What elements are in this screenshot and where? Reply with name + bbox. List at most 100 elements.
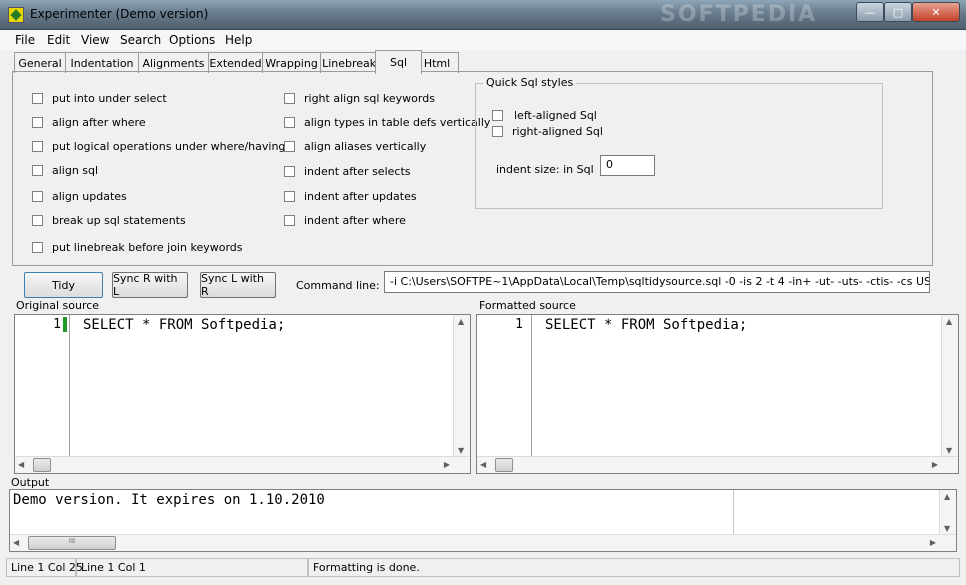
menu-edit[interactable]: Edit xyxy=(47,33,70,47)
minimize-icon: — xyxy=(864,5,876,19)
watermark: SOFTPEDIA xyxy=(660,2,818,27)
command-line-label: Command line: xyxy=(296,279,380,292)
checkbox[interactable] xyxy=(492,126,503,137)
vertical-scrollbar[interactable]: ▲ ▼ xyxy=(453,315,470,457)
checkbox[interactable] xyxy=(32,117,43,128)
line-gutter: 1 xyxy=(15,315,70,457)
original-source-editor[interactable]: 1 SELECT * FROM Softpedia; ▲ ▼ ◀ ▶ xyxy=(14,314,471,474)
scroll-down-icon[interactable]: ▼ xyxy=(944,524,950,533)
horizontal-scrollbar[interactable]: ◀ III ▶ xyxy=(10,534,956,551)
horizontal-scrollbar[interactable]: ◀ ▶ xyxy=(15,456,470,473)
option-indent-after-where[interactable]: indent after where xyxy=(284,214,406,227)
option-left-aligned-sql[interactable]: left-aligned Sql xyxy=(492,109,597,122)
sync-r-with-l-button[interactable]: Sync R with L xyxy=(112,272,188,298)
output-text: Demo version. It expires on 1.10.2010 xyxy=(13,492,325,508)
scroll-up-icon[interactable]: ▲ xyxy=(944,492,950,501)
indent-size-label: indent size: in Sql xyxy=(496,163,594,176)
formatted-source-label: Formatted source xyxy=(479,299,576,312)
scroll-thumb[interactable] xyxy=(33,458,51,472)
option-right-align-keywords[interactable]: right align sql keywords xyxy=(284,92,435,105)
close-button[interactable]: ✕ xyxy=(912,2,960,22)
option-align-aliases[interactable]: align aliases vertically xyxy=(284,140,426,153)
checkbox[interactable] xyxy=(284,191,295,202)
output-divider xyxy=(733,490,734,536)
option-align-types-table-defs[interactable]: align types in table defs vertically xyxy=(284,116,490,129)
group-title: Quick Sql styles xyxy=(483,76,577,89)
tab-strip: General Indentation Alignments Extended … xyxy=(12,50,962,74)
tab-wrapping[interactable]: Wrapping xyxy=(262,52,321,73)
line-gutter: 1 xyxy=(477,315,532,457)
indent-size-input[interactable]: 0 xyxy=(600,155,655,176)
horizontal-scrollbar[interactable]: ◀ ▶ xyxy=(477,456,958,473)
minimize-button[interactable]: — xyxy=(856,2,884,22)
status-cursor-formatted: Line 1 Col 1 xyxy=(76,558,308,577)
scroll-right-icon[interactable]: ▶ xyxy=(444,460,450,469)
tab-indentation[interactable]: Indentation xyxy=(65,52,139,73)
title-bar: Experimenter (Demo version) SOFTPEDIA — … xyxy=(0,0,966,30)
scroll-down-icon[interactable]: ▼ xyxy=(946,446,952,455)
scroll-thumb[interactable] xyxy=(495,458,513,472)
output-panel: Demo version. It expires on 1.10.2010 ▲ … xyxy=(9,489,957,552)
option-linebreak-before-join[interactable]: put linebreak before join keywords xyxy=(32,241,243,254)
scroll-up-icon[interactable]: ▲ xyxy=(946,317,952,326)
tidy-button[interactable]: Tidy xyxy=(24,272,103,298)
quick-sql-styles-group xyxy=(475,83,883,209)
option-align-updates[interactable]: align updates xyxy=(32,190,127,203)
tab-general[interactable]: General xyxy=(14,52,66,73)
tab-extended[interactable]: Extended xyxy=(208,52,263,73)
menu-bar: File Edit View Search Options Help xyxy=(0,30,966,50)
checkbox[interactable] xyxy=(284,117,295,128)
app-icon xyxy=(8,7,24,23)
option-right-aligned-sql[interactable]: right-aligned Sql xyxy=(492,125,603,138)
option-indent-after-selects[interactable]: indent after selects xyxy=(284,165,411,178)
checkbox[interactable] xyxy=(32,141,43,152)
checkbox[interactable] xyxy=(32,93,43,104)
scroll-up-icon[interactable]: ▲ xyxy=(458,317,464,326)
menu-view[interactable]: View xyxy=(81,33,109,47)
scroll-right-icon[interactable]: ▶ xyxy=(932,460,938,469)
checkbox[interactable] xyxy=(284,93,295,104)
checkbox[interactable] xyxy=(32,165,43,176)
line-number: 1 xyxy=(53,317,61,332)
maximize-icon: □ xyxy=(892,5,904,19)
formatted-code[interactable]: SELECT * FROM Softpedia; xyxy=(545,317,747,333)
vertical-scrollbar[interactable]: ▲ ▼ xyxy=(939,490,956,535)
original-code[interactable]: SELECT * FROM Softpedia; xyxy=(83,317,285,333)
option-put-logical-operations[interactable]: put logical operations under where/havin… xyxy=(32,140,285,153)
checkbox[interactable] xyxy=(284,215,295,226)
vertical-scrollbar[interactable]: ▲ ▼ xyxy=(941,315,958,457)
option-align-sql[interactable]: align sql xyxy=(32,164,98,177)
scroll-left-icon[interactable]: ◀ xyxy=(13,538,19,547)
scroll-down-icon[interactable]: ▼ xyxy=(458,446,464,455)
menu-options[interactable]: Options xyxy=(169,33,215,47)
checkbox[interactable] xyxy=(284,141,295,152)
close-icon: ✕ xyxy=(931,5,941,19)
maximize-button[interactable]: □ xyxy=(884,2,912,22)
tab-alignments[interactable]: Alignments xyxy=(138,52,209,73)
scroll-thumb[interactable]: III xyxy=(28,536,116,550)
scroll-right-icon[interactable]: ▶ xyxy=(930,538,936,547)
checkbox[interactable] xyxy=(32,242,43,253)
window-title: Experimenter (Demo version) xyxy=(30,7,209,21)
checkbox[interactable] xyxy=(32,215,43,226)
menu-search[interactable]: Search xyxy=(120,33,161,47)
menu-help[interactable]: Help xyxy=(225,33,252,47)
checkbox[interactable] xyxy=(492,110,503,121)
status-bar: Line 1 Col 25 Line 1 Col 1 Formatting is… xyxy=(0,557,966,585)
command-line-input[interactable]: -i C:\Users\SOFTPE~1\AppData\Local\Temp\… xyxy=(384,271,930,293)
scroll-left-icon[interactable]: ◀ xyxy=(480,460,486,469)
change-marker xyxy=(63,317,67,332)
checkbox[interactable] xyxy=(284,166,295,177)
option-put-into-under-select[interactable]: put into under select xyxy=(32,92,167,105)
tab-sql[interactable]: Sql xyxy=(375,50,422,74)
checkbox[interactable] xyxy=(32,191,43,202)
sync-l-with-r-button[interactable]: Sync L with R xyxy=(200,272,276,298)
scroll-left-icon[interactable]: ◀ xyxy=(18,460,24,469)
option-break-up-sql[interactable]: break up sql statements xyxy=(32,214,186,227)
line-number: 1 xyxy=(515,317,523,332)
menu-file[interactable]: File xyxy=(15,33,35,47)
formatted-source-editor[interactable]: 1 SELECT * FROM Softpedia; ▲ ▼ ◀ ▶ xyxy=(476,314,959,474)
option-align-after-where[interactable]: align after where xyxy=(32,116,146,129)
option-indent-after-updates[interactable]: indent after updates xyxy=(284,190,417,203)
output-label: Output xyxy=(11,476,50,489)
